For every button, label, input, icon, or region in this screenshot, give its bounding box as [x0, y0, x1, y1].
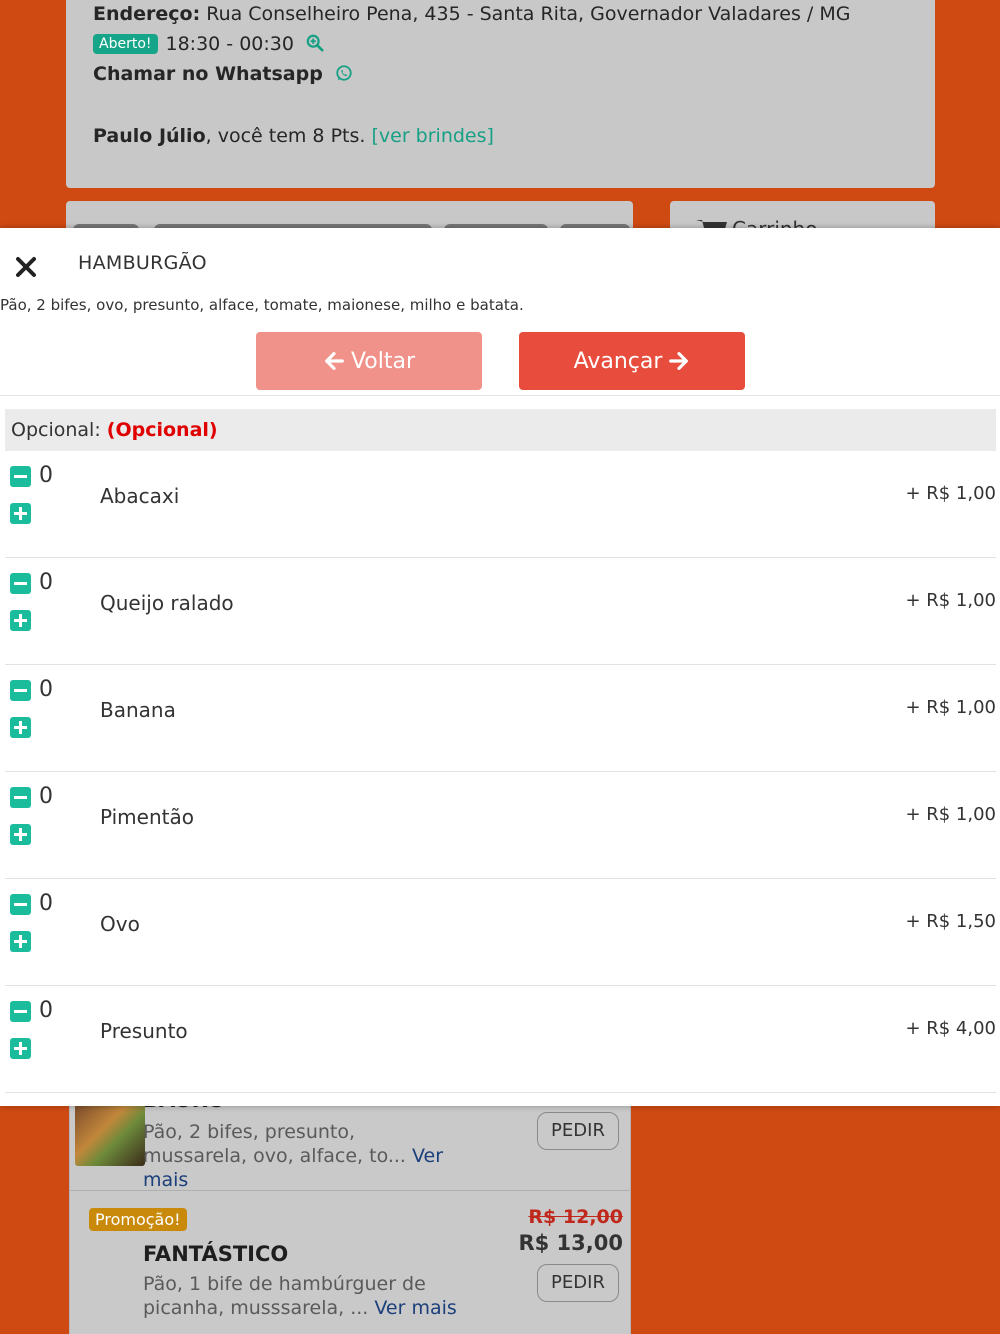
old-price: R$ 12,00 — [528, 1206, 623, 1228]
option-row: 0 Ovo + R$ 1,50 — [5, 879, 996, 986]
address-text: Rua Conselheiro Pena, 435 - Santa Rita, … — [206, 3, 851, 25]
back-button[interactable]: Voltar — [256, 332, 482, 390]
user-name: Paulo Júlio — [93, 125, 206, 147]
option-price: + R$ 4,00 — [905, 1018, 996, 1039]
option-price: + R$ 1,00 — [905, 590, 996, 611]
loyalty-points: Paulo Júlio, você tem 8 Pts. [ver brinde… — [93, 125, 494, 147]
option-price: + R$ 1,00 — [905, 804, 996, 825]
product-name: FANTÁSTICO — [143, 1242, 289, 1266]
decrease-button[interactable] — [10, 1001, 31, 1022]
store-info-card: Endereço: Rua Conselheiro Pena, 435 - Sa… — [66, 0, 935, 188]
option-price: + R$ 1,00 — [905, 697, 996, 718]
product-description: Pão, 1 bife de hambúrguer de picanha, mu… — [143, 1273, 457, 1319]
quantity-value: 0 — [39, 570, 53, 595]
increase-button[interactable] — [10, 610, 31, 631]
option-name: Banana — [100, 698, 176, 722]
option-price: + R$ 1,00 — [905, 483, 996, 504]
next-label: Avançar — [573, 348, 663, 374]
section-label: Opcional: — [11, 419, 101, 441]
option-row: 0 Pimentão + R$ 1,00 — [5, 772, 996, 879]
arrow-right-icon — [669, 352, 689, 370]
option-row: 0 Queijo ralado + R$ 1,00 — [5, 558, 996, 665]
quantity-value: 0 — [39, 677, 53, 702]
decrease-button[interactable] — [10, 680, 31, 701]
divider — [70, 1190, 630, 1191]
option-name: Ovo — [100, 912, 140, 936]
product-description: Pão, 2 bifes, presunto, mussarela, ovo, … — [143, 1121, 444, 1191]
quantity-value: 0 — [39, 463, 53, 488]
decrease-button[interactable] — [10, 787, 31, 808]
option-name: Pimentão — [100, 805, 194, 829]
whatsapp-label: Chamar no Whatsapp — [93, 63, 323, 85]
close-icon[interactable] — [14, 255, 38, 279]
next-button[interactable]: Avançar — [519, 332, 745, 390]
quantity-value: 0 — [39, 784, 53, 809]
option-row: 0 Banana + R$ 1,00 — [5, 665, 996, 772]
option-name: Queijo ralado — [100, 591, 234, 615]
zoom-in-icon[interactable] — [306, 34, 324, 52]
decrease-button[interactable] — [10, 894, 31, 915]
increase-button[interactable] — [10, 824, 31, 845]
modal-description: Pão, 2 bifes, ovo, presunto, alface, tom… — [0, 296, 524, 314]
increase-button[interactable] — [10, 503, 31, 524]
option-name: Presunto — [100, 1019, 188, 1043]
rewards-link[interactable]: [ver brindes] — [371, 125, 493, 147]
divider — [0, 395, 1000, 396]
order-button[interactable]: PEDIR — [537, 1112, 619, 1150]
hours-text: 18:30 - 00:30 — [165, 33, 294, 55]
product-options-modal: HAMBURGÃO Pão, 2 bifes, ovo, presunto, a… — [0, 228, 1000, 1106]
back-label: Voltar — [350, 348, 416, 374]
options-section-header: Opcional: (Opcional) — [5, 409, 996, 451]
increase-button[interactable] — [10, 931, 31, 952]
decrease-button[interactable] — [10, 573, 31, 594]
whatsapp-icon — [336, 65, 352, 81]
modal-title: HAMBURGÃO — [78, 252, 207, 274]
quantity-value: 0 — [39, 891, 53, 916]
decrease-button[interactable] — [10, 466, 31, 487]
address-label: Endereço: — [93, 3, 201, 25]
increase-button[interactable] — [10, 1038, 31, 1059]
option-row: 0 Presunto + R$ 4,00 — [5, 986, 996, 1093]
promo-badge: Promoção! — [89, 1208, 187, 1231]
menu-list: BAURU Pão, 2 bifes, presunto, mussarela,… — [69, 1088, 631, 1334]
option-row: 0 Abacaxi + R$ 1,00 — [5, 451, 996, 558]
status-badge: Aberto! — [93, 34, 158, 54]
increase-button[interactable] — [10, 717, 31, 738]
whatsapp-link[interactable]: Chamar no Whatsapp — [93, 63, 353, 85]
product-price: R$ 13,00 — [518, 1231, 623, 1255]
points-text: , você tem 8 Pts. — [205, 125, 366, 147]
section-flag: (Opcional) — [106, 419, 218, 441]
see-more-link[interactable]: Ver mais — [374, 1297, 456, 1319]
store-address: Endereço: Rua Conselheiro Pena, 435 - Sa… — [93, 3, 850, 25]
option-name: Abacaxi — [100, 484, 180, 508]
quantity-value: 0 — [39, 998, 53, 1023]
store-hours: Aberto! 18:30 - 00:30 — [93, 33, 324, 55]
option-price: + R$ 1,50 — [905, 911, 996, 932]
order-button[interactable]: PEDIR — [537, 1264, 619, 1302]
arrow-left-icon — [325, 352, 344, 370]
product-image[interactable] — [75, 1104, 145, 1166]
